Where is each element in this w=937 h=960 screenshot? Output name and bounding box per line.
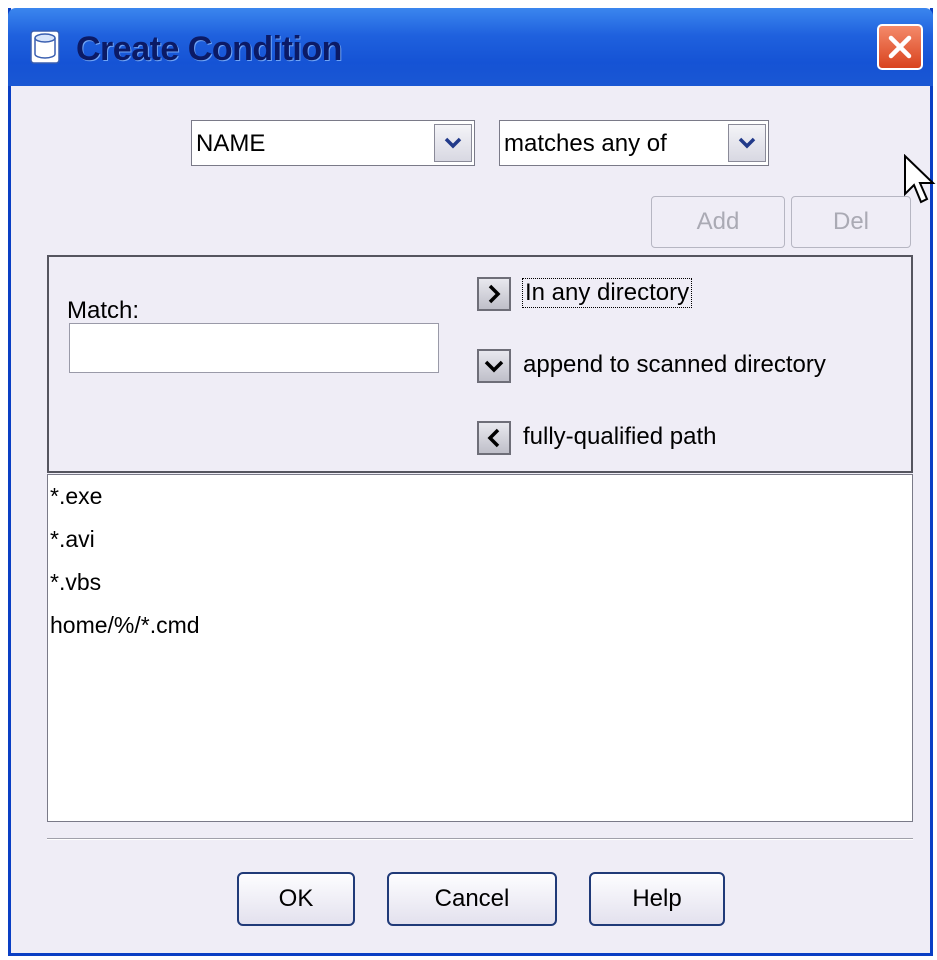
chevron-down-icon (484, 360, 504, 373)
database-icon (30, 30, 60, 64)
create-condition-dialog: Create Condition NAME matches any of Add… (8, 8, 936, 956)
in-any-directory-label[interactable]: In any directory (521, 278, 693, 308)
pattern-list[interactable]: *.exe *.avi *.vbs home/%/*.cmd (47, 474, 913, 822)
match-label: Match: (67, 297, 140, 324)
close-button[interactable] (877, 24, 923, 70)
list-item[interactable]: *.vbs (48, 561, 912, 604)
fully-qualified-path-label[interactable]: fully-qualified path (523, 423, 716, 451)
add-button[interactable]: Add (651, 196, 785, 248)
field-select-value: NAME (196, 130, 266, 157)
help-button[interactable]: Help (589, 872, 725, 926)
field-select[interactable]: NAME (191, 120, 475, 166)
close-icon (888, 35, 912, 59)
fully-qualified-path-toggle[interactable] (477, 421, 511, 455)
append-to-scanned-directory-label[interactable]: append to scanned directory (523, 351, 826, 379)
field-dropdown-button[interactable] (434, 124, 472, 162)
chevron-left-icon (487, 428, 500, 448)
dialog-title: Create Condition (76, 30, 342, 68)
list-item[interactable]: *.exe (48, 475, 912, 518)
delete-button[interactable]: Del (791, 196, 911, 248)
list-item[interactable]: *.avi (48, 518, 912, 561)
operator-select[interactable]: matches any of (499, 120, 769, 166)
cancel-button[interactable]: Cancel (387, 872, 557, 926)
title-bar[interactable]: Create Condition (8, 8, 933, 86)
operator-dropdown-button[interactable] (728, 124, 766, 162)
append-to-scanned-directory-toggle[interactable] (477, 349, 511, 383)
chevron-right-icon (488, 284, 501, 304)
mouse-pointer-icon (904, 154, 936, 204)
match-input[interactable] (69, 323, 439, 373)
separator (47, 838, 913, 840)
chevron-down-icon (738, 137, 756, 149)
ok-button[interactable]: OK (237, 872, 355, 926)
in-any-directory-toggle[interactable] (477, 277, 511, 311)
match-panel: Match: In any directory append to scanne… (47, 255, 913, 473)
operator-select-value: matches any of (504, 130, 667, 157)
list-item[interactable]: home/%/*.cmd (48, 604, 912, 647)
chevron-down-icon (444, 137, 462, 149)
